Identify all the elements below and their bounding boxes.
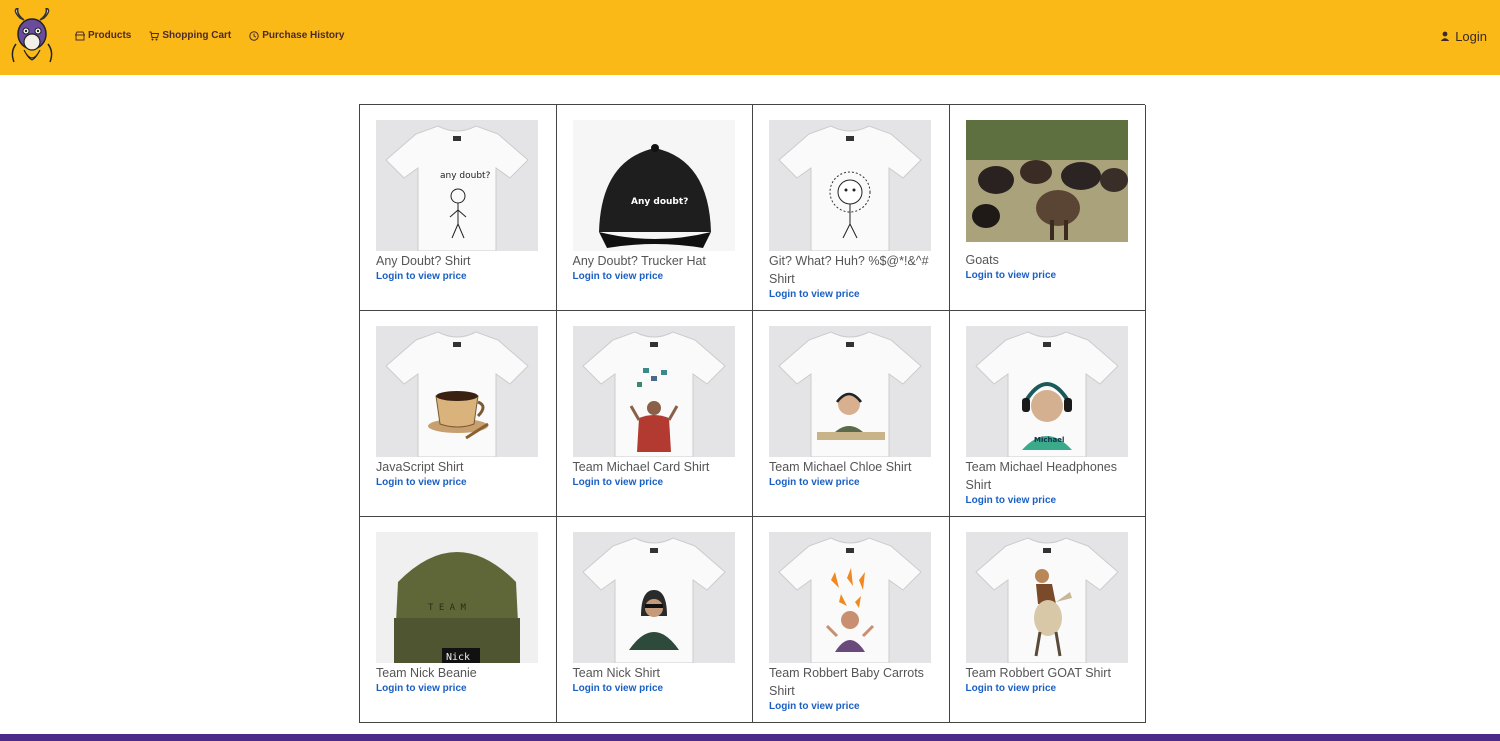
product-name[interactable]: Team Nick Beanie: [376, 664, 546, 682]
product-name[interactable]: Any Doubt? Shirt: [376, 252, 546, 270]
product-card[interactable]: Team Robbert Baby Carrots Shirt Login to…: [753, 517, 950, 723]
product-name[interactable]: Team Michael Headphones Shirt: [966, 458, 1136, 494]
nav-products[interactable]: Products: [75, 30, 131, 41]
product-image[interactable]: [769, 326, 931, 457]
product-image[interactable]: [572, 326, 735, 457]
product-card[interactable]: JavaScript Shirt Login to view price: [360, 311, 557, 517]
goat-logo[interactable]: [6, 8, 58, 66]
product-image[interactable]: any doubt?: [376, 120, 538, 251]
login-to-view-price-link[interactable]: Login to view price: [573, 270, 743, 284]
login-link[interactable]: Login: [1440, 29, 1487, 44]
footer-bar: [0, 734, 1500, 741]
product-card[interactable]: T E A M Nick Team Nick Beanie Login to v…: [360, 517, 557, 723]
nav-purchase-history[interactable]: Purchase History: [249, 30, 345, 41]
nav-purchase-history-label: Purchase History: [262, 30, 345, 41]
svg-text:T E A M: T E A M: [428, 603, 467, 613]
login-to-view-price-link[interactable]: Login to view price: [966, 269, 1136, 283]
product-card[interactable]: Team Michael Chloe Shirt Login to view p…: [753, 311, 950, 517]
product-card[interactable]: any doubt? Any Doubt? Shirt Login to vie…: [360, 105, 557, 311]
product-name[interactable]: Any Doubt? Trucker Hat: [573, 252, 743, 270]
user-icon: [1440, 29, 1450, 44]
product-name[interactable]: Team Michael Chloe Shirt: [769, 458, 939, 476]
top-header: Products Shopping Cart Purchase History …: [0, 0, 1500, 75]
nav-shopping-cart[interactable]: Shopping Cart: [149, 30, 231, 41]
product-image[interactable]: [376, 326, 538, 457]
login-to-view-price-link[interactable]: Login to view price: [769, 288, 939, 302]
store-icon: [75, 31, 85, 41]
product-card[interactable]: Any doubt? Any Doubt? Trucker Hat Login …: [556, 105, 753, 311]
product-name[interactable]: Team Michael Card Shirt: [573, 458, 743, 476]
login-to-view-price-link[interactable]: Login to view price: [769, 700, 939, 714]
product-card[interactable]: Michael Team Michael Headphones Shirt Lo…: [949, 311, 1146, 517]
product-image[interactable]: Michael: [965, 326, 1128, 457]
login-label: Login: [1455, 29, 1487, 44]
product-name[interactable]: Team Robbert Baby Carrots Shirt: [769, 664, 939, 700]
login-to-view-price-link[interactable]: Login to view price: [966, 682, 1136, 696]
product-card[interactable]: Git? What? Huh? %$@*!&^# Shirt Login to …: [753, 105, 950, 311]
product-image[interactable]: [769, 532, 931, 663]
product-card[interactable]: Goats Login to view price: [949, 105, 1146, 311]
cart-icon: [149, 31, 160, 41]
svg-text:any doubt?: any doubt?: [440, 171, 491, 181]
product-image[interactable]: [572, 532, 735, 663]
svg-text:Nick: Nick: [446, 652, 470, 663]
product-image[interactable]: [965, 532, 1128, 663]
svg-text:Michael: Michael: [1034, 436, 1064, 444]
login-to-view-price-link[interactable]: Login to view price: [376, 270, 546, 284]
product-card[interactable]: Team Robbert GOAT Shirt Login to view pr…: [949, 517, 1146, 723]
product-image[interactable]: Any doubt?: [572, 120, 735, 251]
product-name[interactable]: JavaScript Shirt: [376, 458, 546, 476]
product-image[interactable]: [965, 120, 1128, 242]
product-name[interactable]: Goats: [966, 251, 1136, 269]
product-image[interactable]: [769, 120, 931, 251]
product-name[interactable]: Team Robbert GOAT Shirt: [966, 664, 1136, 682]
login-to-view-price-link[interactable]: Login to view price: [573, 682, 743, 696]
login-to-view-price-link[interactable]: Login to view price: [769, 476, 939, 490]
product-card[interactable]: Team Nick Shirt Login to view price: [556, 517, 753, 723]
login-to-view-price-link[interactable]: Login to view price: [573, 476, 743, 490]
product-card[interactable]: Team Michael Card Shirt Login to view pr…: [556, 311, 753, 517]
clock-icon: [249, 30, 259, 41]
product-name[interactable]: Team Nick Shirt: [573, 664, 743, 682]
main-nav: Products Shopping Cart Purchase History: [75, 30, 345, 41]
product-grid: any doubt? Any Doubt? Shirt Login to vie…: [359, 104, 1146, 723]
login-to-view-price-link[interactable]: Login to view price: [376, 476, 546, 490]
svg-text:Any doubt?: Any doubt?: [631, 197, 688, 207]
product-name[interactable]: Git? What? Huh? %$@*!&^# Shirt: [769, 252, 939, 288]
nav-shopping-cart-label: Shopping Cart: [162, 30, 232, 41]
nav-products-label: Products: [88, 30, 132, 41]
login-to-view-price-link[interactable]: Login to view price: [376, 682, 546, 696]
product-image[interactable]: T E A M Nick: [376, 532, 538, 663]
login-to-view-price-link[interactable]: Login to view price: [966, 494, 1136, 508]
